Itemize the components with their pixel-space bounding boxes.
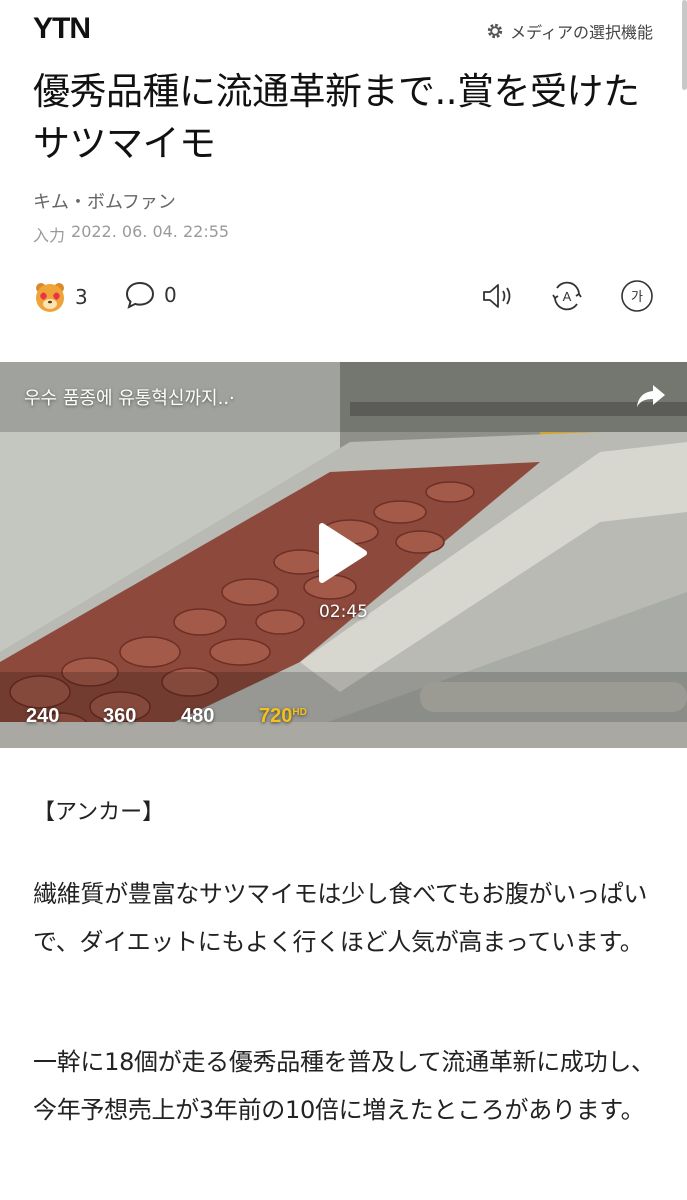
video-duration: 02:45: [319, 602, 368, 622]
anchor-label: 【アンカー】: [33, 800, 165, 825]
play-icon[interactable]: [310, 520, 370, 586]
quality-240[interactable]: 240: [26, 705, 59, 728]
quality-360[interactable]: 360: [103, 705, 136, 728]
media-settings-label: メディアの選択機能: [510, 23, 653, 42]
video-title: 우수 품종에 유통혁신까지..·: [24, 388, 235, 409]
listen-button[interactable]: [479, 278, 515, 314]
translate-label: A: [563, 289, 572, 304]
font-size-label: 가: [631, 290, 643, 305]
translate-button[interactable]: A: [549, 278, 585, 314]
quality-480[interactable]: 480: [181, 705, 214, 728]
paragraph: 繊維質が豊富なサツマイモは少し食べてもお腹がいっぱいで、ダイエットにもよく行くほ…: [33, 880, 648, 956]
scrollbar[interactable]: [682, 0, 687, 90]
comment-button[interactable]: 0: [124, 280, 177, 310]
hd-badge: HD: [292, 707, 307, 718]
font-size-button[interactable]: 가: [619, 278, 655, 314]
article-title: 優秀品種に流通革新まで..賞を受けたサツマイモ: [33, 70, 640, 165]
ytn-logo[interactable]: YTN: [33, 12, 91, 46]
author-name[interactable]: キム・ボムファン: [33, 188, 176, 214]
paragraph: 一幹に18個が走る優秀品種を普及して流通革新に成功し、今年予想売上が3年前の10…: [33, 1048, 655, 1124]
speech-bubble-icon: [125, 281, 155, 309]
reaction-count: 3: [75, 285, 88, 309]
top-bar: YTN メディアの選択機能: [0, 0, 687, 90]
media-settings-button[interactable]: メディアの選択機能: [486, 19, 653, 43]
publish-datetime: 入力 2022. 06. 04. 22:55: [33, 222, 229, 246]
font-size-icon: 가: [621, 280, 653, 312]
share-icon[interactable]: [635, 382, 667, 410]
speaker-icon: [483, 284, 511, 308]
quality-720[interactable]: 720HD: [259, 705, 307, 728]
reaction-button[interactable]: 3: [33, 280, 88, 314]
article-actions: 3 0 A 가: [0, 274, 687, 322]
gear-icon: [487, 23, 503, 39]
publish-date: 2022. 06. 04. 22:55: [71, 222, 230, 241]
quality-720-label: 720: [259, 705, 293, 727]
input-label: 入力: [33, 226, 66, 245]
comment-count: 0: [164, 283, 177, 307]
translate-icon: A: [552, 281, 582, 311]
heart-eyes-emoji-icon: [36, 283, 64, 312]
